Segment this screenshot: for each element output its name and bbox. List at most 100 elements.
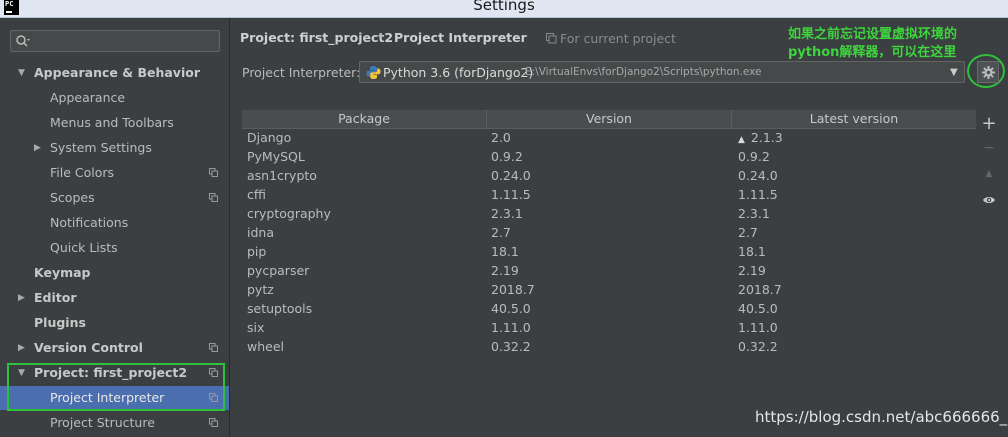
package-cell: PyMySQL [247, 147, 305, 166]
column-header-latest-version[interactable]: Latest version [732, 110, 976, 128]
sidebar-item-label: Editor [34, 290, 77, 305]
table-row[interactable]: Django 2.0 ▲ 2.1.3 [242, 128, 976, 147]
latest-version-cell: 1.11.5 [738, 185, 778, 204]
package-cell: pytz [247, 280, 274, 299]
sidebar-item-project-structure[interactable]: Project Structure [0, 411, 229, 435]
remove-package-button[interactable]: − [978, 136, 1000, 160]
watermark: https://blog.csdn.net/abc666666_6 [755, 408, 1008, 426]
sidebar-item-file-colors[interactable]: File Colors [0, 161, 229, 185]
chevron-down-icon[interactable]: ▼ [18, 61, 28, 85]
table-row[interactable]: cryptography 2.3.1 2.3.1 [242, 204, 976, 223]
show-early-releases-button[interactable] [978, 188, 1000, 212]
sidebar-item-version-control[interactable]: ▶ Version Control [0, 336, 229, 360]
chevron-right-icon[interactable]: ▶ [18, 336, 28, 360]
table-row[interactable]: setuptools 40.5.0 40.5.0 [242, 299, 976, 318]
page-title: Project Interpreter [394, 30, 527, 45]
version-cell: 2.7 [491, 223, 511, 242]
package-cell-text: pycparser [247, 263, 310, 278]
package-cell-text: wheel [247, 339, 284, 354]
latest-version-cell-text: 2018.7 [738, 282, 782, 297]
latest-version-cell-text: 2.19 [738, 263, 766, 278]
version-cell-text: 2.0 [491, 130, 511, 145]
window-title: Settings [473, 0, 535, 14]
table-row[interactable]: wheel 0.32.2 0.32.2 [242, 337, 976, 356]
sidebar-item-system-settings[interactable]: ▶ System Settings [0, 136, 229, 160]
column-header-package[interactable]: Package [242, 110, 487, 128]
python-icon [366, 66, 381, 79]
package-cell: six [247, 318, 264, 337]
latest-version-cell-text: 0.9.2 [738, 149, 770, 164]
latest-version-cell-text: 40.5.0 [738, 301, 778, 316]
sidebar-item-label: Version Control [34, 340, 143, 355]
package-cell-text: setuptools [247, 301, 313, 316]
chevron-right-icon[interactable]: ▶ [18, 286, 28, 310]
chevron-right-icon[interactable]: ▶ [34, 136, 44, 160]
sidebar-item-label: Quick Lists [50, 240, 118, 255]
sidebar-item-keymap[interactable]: Keymap [0, 261, 229, 285]
minus-icon: − [983, 140, 995, 156]
version-cell: 0.9.2 [491, 147, 523, 166]
sidebar-item-label: File Colors [50, 165, 115, 180]
highlight-box-sidebar [7, 363, 225, 411]
sidebar-item-appearance[interactable]: Appearance [0, 86, 229, 110]
search-icon [16, 35, 30, 47]
latest-version-cell: 2.19 [738, 261, 766, 280]
latest-version-cell: 2.7 [738, 223, 758, 242]
search-input[interactable] [10, 30, 220, 52]
sidebar-item-editor[interactable]: ▶ Editor [0, 286, 229, 310]
table-header: Package Version Latest version [242, 110, 976, 129]
latest-version-cell: 0.24.0 [738, 166, 778, 185]
version-cell-text: 0.32.2 [491, 339, 531, 354]
sidebar-item-notifications[interactable]: Notifications [0, 211, 229, 235]
interpreter-select[interactable]: Python 3.6 (forDjango2) E:\VirtualEnvs\f… [359, 61, 965, 83]
plus-icon: + [981, 113, 997, 134]
upgrade-package-button[interactable]: ▲ [978, 162, 1000, 186]
interpreter-settings-button[interactable] [977, 61, 999, 83]
table-row[interactable]: pip 18.1 18.1 [242, 242, 976, 261]
package-cell-text: cryptography [247, 206, 331, 221]
version-cell-text: 2.3.1 [491, 206, 523, 221]
interpreter-label: Project Interpreter: [242, 65, 361, 80]
version-cell-text: 40.5.0 [491, 301, 531, 316]
latest-version-cell-text: 0.32.2 [738, 339, 778, 354]
sidebar-item-label: Menus and Toolbars [50, 115, 174, 130]
version-cell-text: 2.7 [491, 225, 511, 240]
sidebar-item-appearance-behavior[interactable]: ▼ Appearance & Behavior [0, 61, 229, 85]
latest-version-cell-text: 1.11.0 [738, 320, 778, 335]
latest-version-cell-text: 1.11.5 [738, 187, 778, 202]
version-cell: 2.3.1 [491, 204, 523, 223]
version-cell-text: 2018.7 [491, 282, 535, 297]
latest-version-cell: 0.9.2 [738, 147, 770, 166]
add-package-button[interactable]: + [978, 112, 1000, 136]
package-cell: wheel [247, 337, 284, 356]
column-header-version[interactable]: Version [487, 110, 732, 128]
interpreter-path: E:\VirtualEnvs\forDjango2\Scripts\python… [525, 66, 762, 78]
copy-icon [209, 418, 218, 427]
sidebar-item-label: Plugins [34, 315, 86, 330]
sidebar-item-plugins[interactable]: Plugins [0, 311, 229, 335]
version-cell: 2018.7 [491, 280, 535, 299]
sidebar-item-scopes[interactable]: Scopes [0, 186, 229, 210]
sidebar-item-label: Scopes [50, 190, 95, 205]
table-row[interactable]: PyMySQL 0.9.2 0.9.2 [242, 147, 976, 166]
title-bar: PC Settings [0, 0, 1008, 18]
package-cell: cffi [247, 185, 266, 204]
package-cell-text: six [247, 320, 265, 335]
sidebar-item-menus-and-toolbars[interactable]: Menus and Toolbars [0, 111, 229, 135]
for-current-project-label: For current project [560, 31, 676, 46]
version-cell-text: 2.19 [491, 263, 519, 278]
latest-version-cell: 2.3.1 [738, 204, 770, 223]
chevron-down-icon: ▼ [950, 67, 958, 78]
version-cell-text: 18.1 [491, 244, 519, 259]
sidebar-item-quick-lists[interactable]: Quick Lists [0, 236, 229, 260]
table-row[interactable]: cffi 1.11.5 1.11.5 [242, 185, 976, 204]
package-cell-text: Django [247, 130, 292, 145]
table-row[interactable]: pytz 2018.7 2018.7 [242, 280, 976, 299]
table-row[interactable]: idna 2.7 2.7 [242, 223, 976, 242]
sidebar-item-label: Notifications [50, 215, 129, 230]
table-row[interactable]: six 1.11.0 1.11.0 [242, 318, 976, 337]
package-cell-text: asn1crypto [247, 168, 317, 183]
table-row[interactable]: pycparser 2.19 2.19 [242, 261, 976, 280]
table-row[interactable]: asn1crypto 0.24.0 0.24.0 [242, 166, 976, 185]
sidebar-item-label: System Settings [50, 140, 152, 155]
